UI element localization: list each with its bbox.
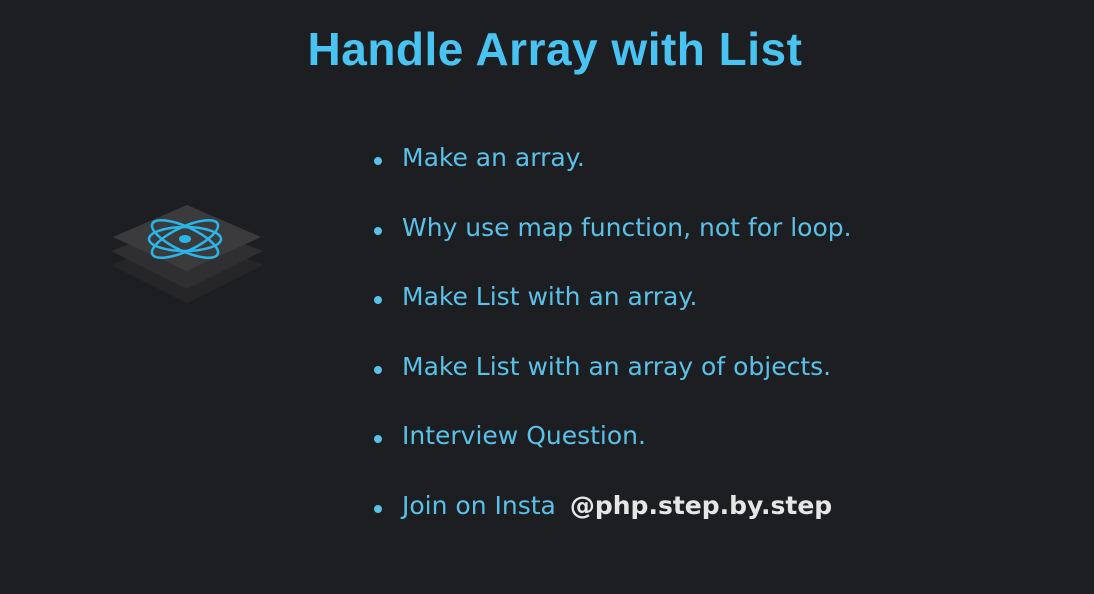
list-item: Join on Insta @php.step.by.step xyxy=(370,491,852,561)
list-item: Why use map function, not for loop. xyxy=(370,213,852,283)
bullet-icon xyxy=(374,435,382,443)
list-item: Make List with an array of objects. xyxy=(370,352,852,422)
bullet-icon xyxy=(374,226,382,235)
bullet-icon xyxy=(374,296,382,304)
list-item: Make List with an array. xyxy=(370,282,852,352)
slide-title: Handle Array with List xyxy=(307,23,803,75)
bullet-icon xyxy=(374,504,382,513)
bullet-icon xyxy=(374,365,382,374)
list-item: Interview Question. xyxy=(370,421,852,491)
topic-list: Make an array. Why use map function, not… xyxy=(370,143,852,560)
instagram-handle: @php.step.by.step xyxy=(569,490,833,520)
item-text: Make an array. xyxy=(402,143,585,172)
list-item: Make an array. xyxy=(370,143,852,213)
item-text: Make List with an array of objects. xyxy=(402,351,832,381)
react-atom-icon xyxy=(111,205,263,303)
item-text: Join on Insta xyxy=(402,490,556,520)
item-text: Interview Question. xyxy=(402,421,646,450)
bullet-icon xyxy=(374,157,382,165)
item-text: Why use map function, not for loop. xyxy=(402,212,852,242)
item-text: Make List with an array. xyxy=(402,282,698,311)
